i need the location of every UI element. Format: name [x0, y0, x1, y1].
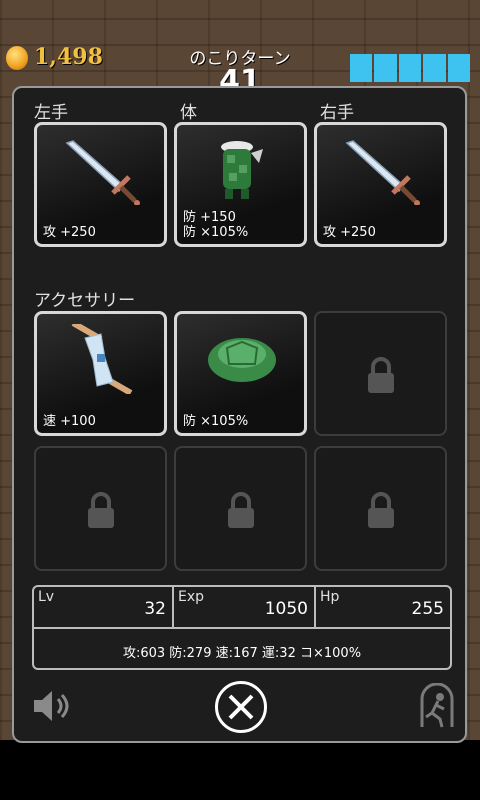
- speaker-icon[interactable]: [30, 686, 74, 726]
- slot-stat: 速 +100: [43, 414, 96, 429]
- exp-cell: Exp 1050: [174, 587, 316, 629]
- body-label: 体: [180, 103, 197, 123]
- lv-value: 32: [144, 599, 166, 619]
- lock-icon: [368, 492, 394, 528]
- accessory-slot-1[interactable]: 速 +100: [34, 311, 167, 436]
- stats-divider: [34, 627, 450, 629]
- exp-value: 1050: [264, 599, 308, 619]
- hp-block: [423, 54, 446, 82]
- slot-stat: 防 ×105%: [183, 414, 249, 429]
- hp-bar: [350, 54, 471, 82]
- hp-value: 255: [411, 599, 444, 619]
- lv-label: Lv: [38, 589, 55, 605]
- coin-icon: [6, 46, 28, 70]
- close-icon: [228, 694, 254, 720]
- left-hand-label: 左手: [34, 103, 68, 123]
- lock-icon: [228, 492, 254, 528]
- accessory-slot-6[interactable]: [314, 446, 447, 571]
- hp-cell: Hp 255: [316, 587, 450, 629]
- escape-icon[interactable]: [418, 683, 456, 729]
- lv-cell: Lv 32: [34, 587, 174, 629]
- slot-stat-line: 防 +150: [183, 210, 236, 225]
- body-slot[interactable]: 防 +150 防 ×105%: [174, 122, 307, 247]
- turtle-shell-icon: [208, 338, 276, 382]
- slot-stat: 攻 +250: [43, 225, 96, 240]
- hp-block: [350, 54, 373, 82]
- right-hand-slot[interactable]: 攻 +250: [314, 122, 447, 247]
- accessory-slot-3[interactable]: [314, 311, 447, 436]
- bottom-bar: [0, 740, 480, 800]
- exp-label: Exp: [178, 589, 205, 605]
- lock-icon: [368, 357, 394, 393]
- accessories-label: アクセサリー: [34, 291, 136, 311]
- accessory-slot-4[interactable]: [34, 446, 167, 571]
- lock-icon: [88, 492, 114, 528]
- accessory-slot-5[interactable]: [174, 446, 307, 571]
- hp-block: [398, 54, 422, 82]
- hp-block: [374, 54, 397, 82]
- close-button[interactable]: [215, 681, 267, 733]
- turtle-armor-icon: [221, 141, 263, 199]
- hp-block: [447, 54, 471, 82]
- turns-value: 41: [219, 64, 261, 88]
- hourglass-icon: [71, 324, 133, 394]
- slot-stat-line: 防 ×105%: [183, 225, 249, 240]
- coin-count: 1,498: [34, 44, 103, 70]
- stats-box: Lv 32 Exp 1050 Hp 255 攻:603 防:279 速:167 …: [32, 585, 452, 670]
- equipment-panel: 左手 体 右手 攻 +250 防 +150 防 ×105% 攻 +250 アクセ…: [12, 86, 467, 743]
- left-hand-slot[interactable]: 攻 +250: [34, 122, 167, 247]
- hp-label: Hp: [320, 589, 340, 605]
- slot-stat: 防 +150 防 ×105%: [183, 210, 248, 240]
- accessory-slot-2[interactable]: 防 ×105%: [174, 311, 307, 436]
- slot-stat: 攻 +250: [323, 225, 376, 240]
- sword-icon: [65, 140, 140, 205]
- sword-icon: [345, 140, 420, 205]
- stats-summary: 攻:603 防:279 速:167 運:32 コ×100%: [122, 646, 362, 661]
- right-hand-label: 右手: [320, 103, 354, 123]
